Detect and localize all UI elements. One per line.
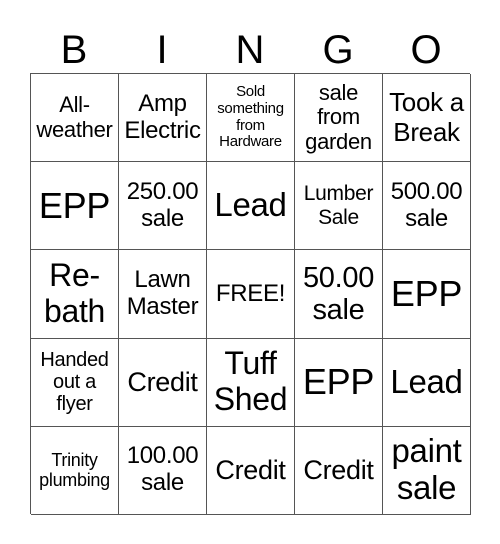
bingo-cell[interactable]: Sold something from Hardware bbox=[207, 74, 295, 163]
bingo-cell[interactable]: sale from garden bbox=[295, 74, 383, 163]
bingo-header: B I N G O bbox=[30, 28, 470, 72]
header-letter-b: B bbox=[60, 28, 88, 72]
header-letter-o: O bbox=[410, 28, 442, 72]
bingo-grid: All- weather Amp Electric Sold something f… bbox=[30, 73, 471, 515]
bingo-cell[interactable]: All- weather bbox=[31, 74, 119, 163]
bingo-cell[interactable]: 500.00 sale bbox=[383, 162, 471, 251]
bingo-cell[interactable]: Lead bbox=[383, 338, 471, 427]
bingo-cell[interactable]: FREE! bbox=[207, 250, 295, 339]
bingo-cell[interactable]: EPP bbox=[295, 338, 383, 427]
bingo-cell[interactable]: 250.00 sale bbox=[119, 162, 207, 251]
bingo-cell[interactable]: Credit bbox=[207, 426, 295, 515]
bingo-cell[interactable]: Lumber Sale bbox=[295, 162, 383, 251]
bingo-cell[interactable]: paint sale bbox=[383, 426, 471, 515]
header-letter-i: I bbox=[156, 28, 168, 72]
bingo-cell[interactable]: Tuff Shed bbox=[207, 338, 295, 427]
bingo-cell[interactable]: Amp Electric bbox=[119, 74, 207, 163]
bingo-cell[interactable]: EPP bbox=[31, 162, 119, 251]
bingo-cell[interactable]: Credit bbox=[295, 426, 383, 515]
bingo-cell[interactable]: 50.00 sale bbox=[295, 250, 383, 339]
bingo-cell[interactable]: Handed out a flyer bbox=[31, 338, 119, 427]
bingo-cell[interactable]: EPP bbox=[383, 250, 471, 339]
header-letter-g: G bbox=[322, 28, 354, 72]
header-letter-n: N bbox=[235, 28, 265, 72]
bingo-cell[interactable]: Credit bbox=[119, 338, 207, 427]
bingo-cell[interactable]: Lead bbox=[207, 162, 295, 251]
bingo-cell[interactable]: Took a Break bbox=[383, 74, 471, 163]
bingo-cell[interactable]: Trinity plumbing bbox=[31, 426, 119, 515]
bingo-cell[interactable]: Lawn Master bbox=[119, 250, 207, 339]
bingo-cell[interactable]: Re- bath bbox=[31, 250, 119, 339]
bingo-cell[interactable]: 100.00 sale bbox=[119, 426, 207, 515]
